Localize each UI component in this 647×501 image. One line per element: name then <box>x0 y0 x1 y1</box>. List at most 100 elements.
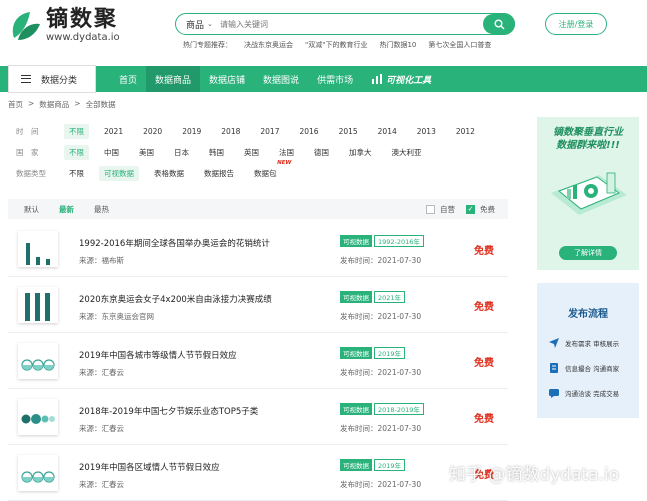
learn-more-button[interactable]: 了解详情 <box>559 246 617 260</box>
viz-tool-label: 可视化工具 <box>386 75 432 86</box>
nav-item-viz-tool[interactable]: 可视化工具 <box>362 66 440 92</box>
filter-option[interactable]: 2020 <box>138 125 167 138</box>
breadcrumb-separator: > <box>28 99 35 108</box>
filter-option[interactable]: 2015 <box>334 125 363 138</box>
filter-option[interactable]: 不限 <box>64 166 89 181</box>
filter-option[interactable]: 韩国 <box>204 145 229 160</box>
filter-option[interactable]: 美国 <box>134 145 159 160</box>
item-source: 来源：汇春云 <box>79 480 124 489</box>
item-title[interactable]: 2019年中国各城市等级情人节节假日效应 <box>79 349 237 361</box>
send-icon <box>549 338 559 348</box>
hot-topic-link[interactable]: 决战东京奥运会 <box>244 40 293 50</box>
list-item[interactable]: 2019年中国各区域情人节节假日效应 来源：汇春云 可视数据 2019年 发布时间… <box>8 447 508 501</box>
filter-option[interactable]: 2013 <box>412 125 441 138</box>
sort-default[interactable]: 默认 <box>24 204 39 215</box>
breadcrumb-data-products[interactable]: 数据商品 <box>39 99 69 110</box>
chevron-down-icon: ⌄ <box>207 20 213 28</box>
item-source: 来源：汇春云 <box>79 424 124 433</box>
hot-topic-link[interactable]: 第七次全国人口普查 <box>428 40 491 50</box>
search-input[interactable] <box>218 15 483 33</box>
filter-option[interactable]: 2021 <box>99 125 128 138</box>
search-button[interactable] <box>483 14 515 34</box>
item-published: 发布时间：2021-07-30 <box>340 480 422 489</box>
item-price: 免费 <box>474 302 494 313</box>
filter-option[interactable]: 2018 <box>216 125 245 138</box>
nav-item-data-stories[interactable]: 数据图说 <box>254 66 308 92</box>
process-step-label: 发布需求 审核展示 <box>565 340 620 348</box>
item-year-tag: 1992-2016年 <box>374 235 424 247</box>
item-year-tag: 2018-2019年 <box>374 403 424 415</box>
filter-option[interactable]: 表格数据 <box>149 166 189 181</box>
header: 镝数聚 www.dydata.io 商品 ⌄ 热门专题推荐： 决战东京奥运会 "… <box>0 0 647 66</box>
filter-option[interactable]: 2016 <box>294 125 323 138</box>
item-published: 发布时间：2021-07-30 <box>340 368 422 377</box>
nav-item-data-products[interactable]: 数据商品 <box>146 66 201 92</box>
list-item[interactable]: 2018年-2019年中国七夕节娱乐业态TOP5子类 来源：汇春云 可视数据 20… <box>8 391 508 445</box>
chart-thumbnail <box>18 231 58 267</box>
filter-option[interactable]: 数据包 NEW <box>249 160 292 181</box>
breadcrumb-home[interactable]: 首页 <box>8 99 23 110</box>
list-item[interactable]: 1992-2016年期间全球各国举办奥运会的花销统计 来源：福布斯 可视数据 19… <box>8 223 508 277</box>
filter-option[interactable]: 德国 <box>309 145 334 160</box>
filter-option[interactable]: 不限 <box>64 124 89 139</box>
vertical-industry-ad[interactable]: 镝数聚垂直行业 数据群来啦!!! 了解详情 <box>537 117 639 270</box>
item-year-tag: 2019年 <box>374 459 406 471</box>
filter-option[interactable]: 2017 <box>255 125 284 138</box>
sort-bar: 默认 最新 最热 自营 ✓ 免费 <box>8 199 508 219</box>
filter-option[interactable]: 2014 <box>373 125 402 138</box>
item-source: 来源：汇春云 <box>79 368 124 377</box>
search-icon <box>494 19 504 29</box>
item-price: 免费 <box>474 414 494 425</box>
list-item[interactable]: 2019年中国各城市等级情人节节假日效应 来源：汇春云 可视数据 2019年 发布… <box>8 335 508 389</box>
sort-newest[interactable]: 最新 <box>59 204 74 215</box>
item-published: 发布时间：2021-07-30 <box>340 312 422 321</box>
ad-line-1: 镝数聚垂直行业 <box>553 127 623 138</box>
filter-option[interactable]: 不限 <box>64 145 89 160</box>
process-step-label: 信息撮合 沟通商家 <box>565 365 620 373</box>
item-year-tag: 2019年 <box>374 347 406 359</box>
hot-topics: 热门专题推荐： 决战东京奥运会 "双减"下的教育行业 热门数据10 第七次全国人… <box>183 40 503 50</box>
filter-option[interactable]: 可视数据 <box>99 166 139 181</box>
menu-icon <box>21 75 31 83</box>
chart-illustration-icon <box>551 172 627 215</box>
hot-topics-label: 热门专题推荐： <box>183 41 232 49</box>
item-title[interactable]: 2018年-2019年中国七夕节娱乐业态TOP5子类 <box>79 405 258 417</box>
breadcrumb-separator: > <box>74 99 81 108</box>
ad-line-2: 数据群来啦!!! <box>556 140 620 151</box>
nav-item-home[interactable]: 首页 <box>110 66 146 92</box>
filter-option[interactable]: 加拿大 <box>344 145 377 160</box>
watermark: 知乎 @镝数dydata.io <box>449 465 620 485</box>
list-item[interactable]: 2020东京奥运会女子4x200米自由泳接力决赛成绩 来源：东京奥运会官网 可视… <box>8 279 508 333</box>
filter-option[interactable]: 数据报告 <box>199 166 239 181</box>
nav-item-data-stores[interactable]: 数据店铺 <box>200 66 254 92</box>
search-category-select[interactable]: 商品 ⌄ <box>176 18 218 31</box>
sort-hottest[interactable]: 最热 <box>94 204 109 215</box>
filter-option[interactable]: 2012 <box>451 125 480 138</box>
data-category-menu[interactable]: 数据分类 <box>8 65 96 93</box>
filter-option[interactable]: 中国 <box>99 145 124 160</box>
login-register-button[interactable]: 注册/登录 <box>545 13 607 35</box>
self-operated-checkbox[interactable]: 自营 <box>426 204 455 215</box>
filter-option[interactable]: 2019 <box>177 125 206 138</box>
free-checkbox[interactable]: ✓ 免费 <box>466 204 495 215</box>
logo-leaf-icon <box>8 8 42 44</box>
item-title[interactable]: 2020东京奥运会女子4x200米自由泳接力决赛成绩 <box>79 293 272 305</box>
checkmark-icon: ✓ <box>466 204 475 214</box>
filter-option[interactable]: 澳大利亚 <box>387 145 427 160</box>
nav-item-market[interactable]: 供需市场 <box>308 66 362 92</box>
item-source: 来源：东京奥运会官网 <box>79 312 154 321</box>
item-type-tag: 可视数据 <box>340 459 372 471</box>
publish-process-panel: 发布流程 发布需求 审核展示 信息撮合 沟通商家 沟通洽谈 完成交易 <box>537 283 639 418</box>
item-title[interactable]: 2019年中国各区域情人节节假日效应 <box>79 461 220 473</box>
hot-topic-link[interactable]: "双减"下的教育行业 <box>305 40 367 50</box>
chart-thumbnail <box>18 455 58 491</box>
filter-data-type-label: 数据类型 <box>16 169 46 178</box>
item-title[interactable]: 1992-2016年期间全球各国举办奥运会的花销统计 <box>79 237 270 249</box>
logo[interactable]: 镝数聚 www.dydata.io <box>8 8 120 44</box>
hot-topic-link[interactable]: 热门数据10 <box>379 40 416 50</box>
filter-option[interactable]: 英国 <box>239 145 264 160</box>
filter-option-label: 数据包 <box>254 169 277 178</box>
filter-option[interactable]: 法国 <box>274 145 299 160</box>
filter-option[interactable]: 日本 <box>169 145 194 160</box>
item-type-tag: 可视数据 <box>340 291 372 303</box>
